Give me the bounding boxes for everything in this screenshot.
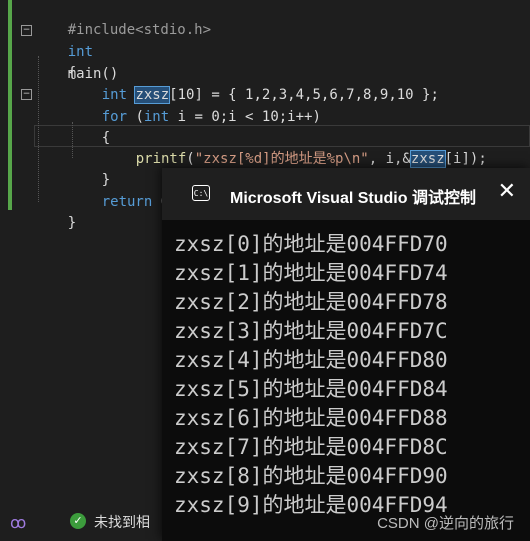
- close-icon[interactable]: ✕: [498, 180, 516, 202]
- output-line: zxsz[5]的地址是004FFD84: [174, 377, 448, 401]
- printf-paren: (: [186, 151, 195, 167]
- console-title: Microsoft Visual Studio 调试控制台: [230, 190, 476, 207]
- printf-args: , i,&: [368, 151, 411, 167]
- collapse-for-icon[interactable]: −: [21, 89, 32, 100]
- printf-args-end: [i]);: [444, 151, 487, 167]
- keyword-int: int: [143, 109, 170, 125]
- console-title-bar[interactable]: C:\ Microsoft Visual Studio 调试控制台 ✕: [162, 168, 530, 220]
- console-output: zxsz[0]的地址是004FFD70 zxsz[1]的地址是004FFD74 …: [174, 230, 530, 520]
- code-line-include[interactable]: #include<stdio.h>: [34, 0, 211, 38]
- status-message[interactable]: 未找到相: [94, 512, 150, 532]
- output-line: zxsz[7]的地址是004FFD8C: [174, 435, 448, 459]
- code-line-brace-close[interactable]: }: [34, 190, 76, 231]
- code-line-inner-brace-open[interactable]: {: [68, 105, 110, 146]
- for-paren: (: [127, 109, 144, 125]
- code-line-inner-brace-close[interactable]: }: [68, 147, 110, 188]
- output-line: zxsz[8]的地址是004FFD90: [174, 464, 448, 488]
- code-line-brace-open[interactable]: {: [34, 40, 76, 81]
- git-icon[interactable]: ꝏ: [10, 513, 26, 533]
- gutter: [0, 0, 12, 210]
- watermark: CSDN @逆向的旅行: [377, 515, 514, 532]
- change-indicator-bar: [8, 0, 12, 210]
- identifier-zxsz[interactable]: zxsz: [409, 150, 446, 168]
- for-rest: i = 0;i < 10;i++): [169, 109, 321, 125]
- collapse-main-icon[interactable]: −: [21, 25, 32, 36]
- format-string: "zxsz[%d]的地址是%p\n": [194, 151, 369, 167]
- output-line: zxsz[2]的地址是004FFD78: [174, 290, 448, 314]
- code-line-printf[interactable]: printf("zxsz[%d]的地址是%p\n", i,&zxsz[i]);: [102, 126, 487, 168]
- output-line: zxsz[3]的地址是004FFD7C: [174, 319, 448, 343]
- check-icon: ✓: [70, 513, 86, 529]
- keyword-return: return: [101, 194, 153, 210]
- function-printf: printf: [135, 151, 187, 167]
- output-line: zxsz[0]的地址是004FFD70: [174, 232, 448, 256]
- console-app-icon: C:\: [192, 185, 210, 201]
- output-line: zxsz[6]的地址是004FFD88: [174, 406, 448, 430]
- code-line-for[interactable]: for (int i = 0;i < 10;i++): [68, 84, 321, 125]
- output-line: zxsz[4]的地址是004FFD80: [174, 348, 448, 372]
- brace: }: [67, 215, 77, 231]
- code-line-main[interactable]: int main(): [34, 19, 119, 82]
- code-line-declaration[interactable]: int zxsz[10] = { 1,2,3,4,5,6,7,8,9,10 };: [68, 62, 439, 104]
- debug-console-window[interactable]: C:\ Microsoft Visual Studio 调试控制台 ✕ zxsz…: [162, 168, 530, 541]
- output-line: zxsz[1]的地址是004FFD74: [174, 261, 448, 285]
